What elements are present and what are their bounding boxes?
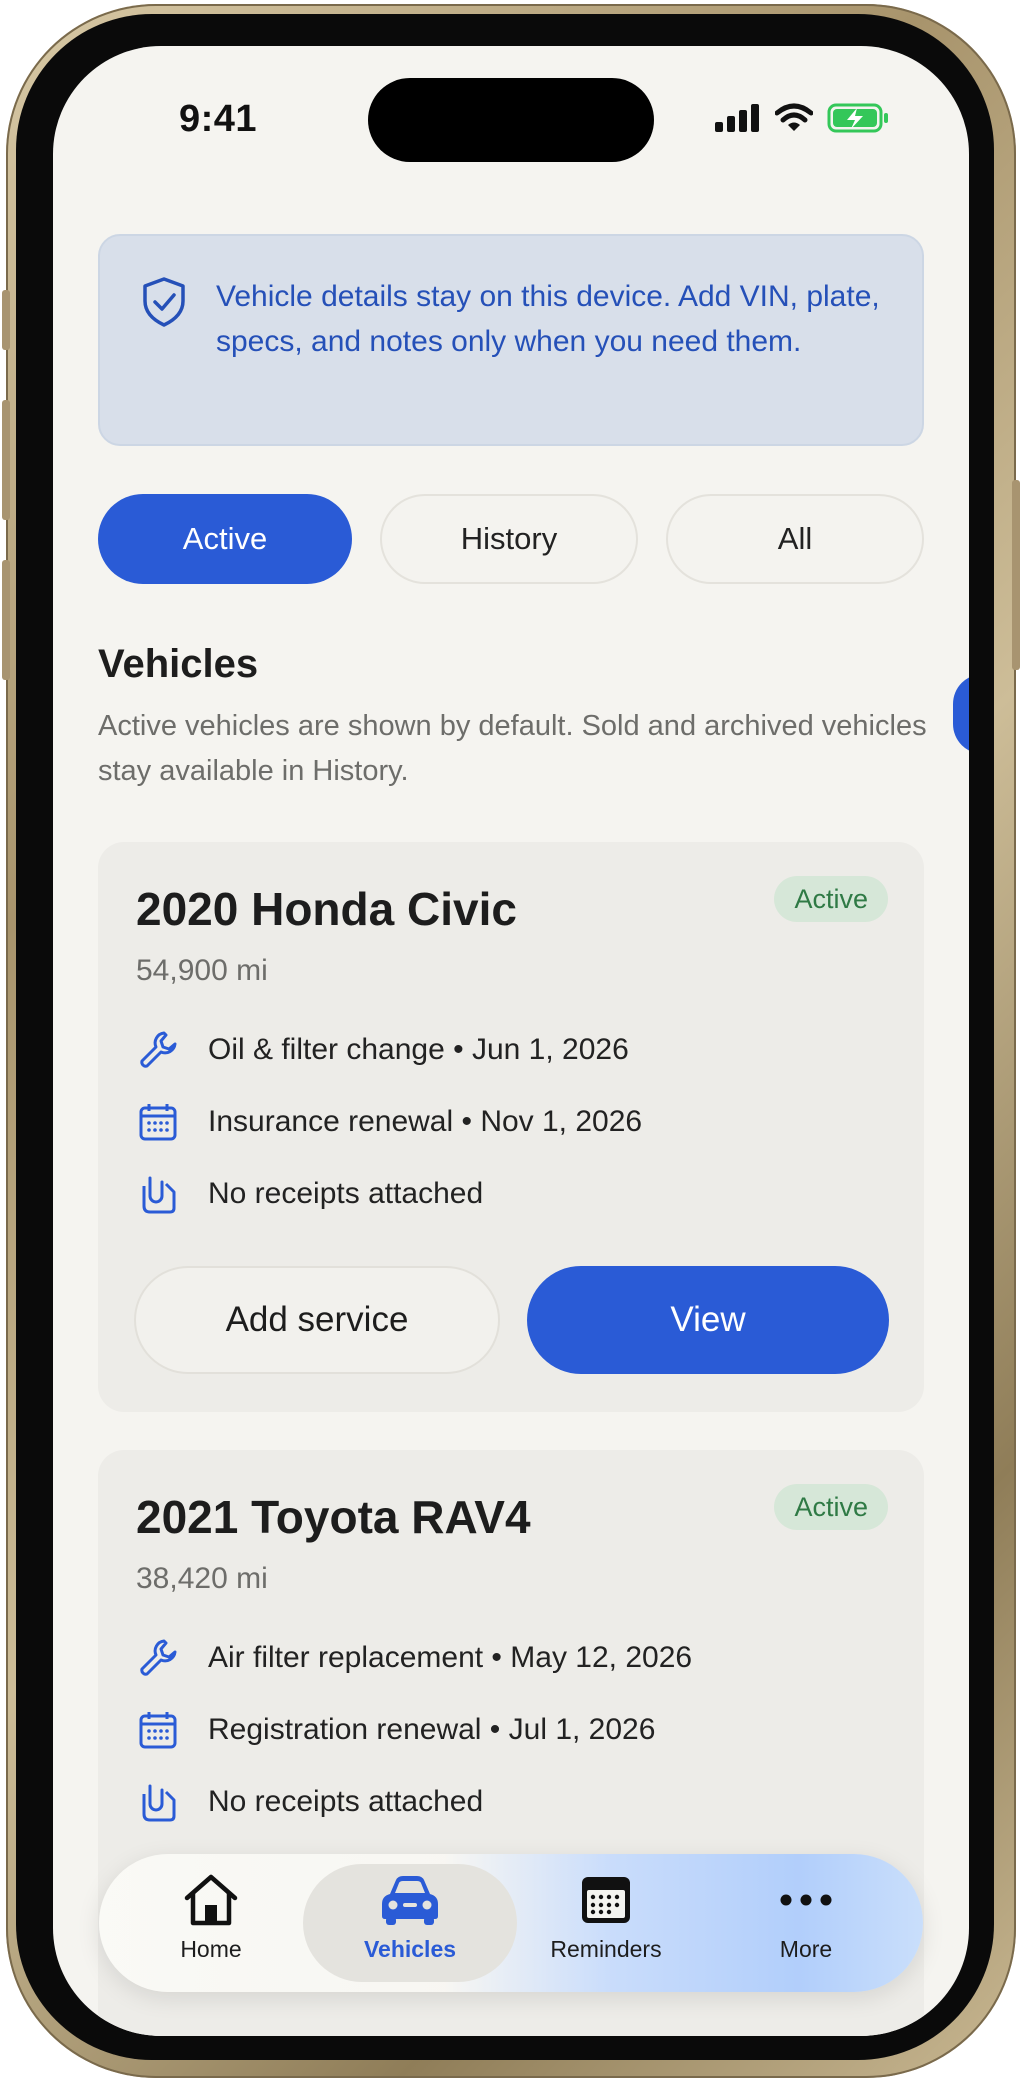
view-vehicle-button[interactable]: View xyxy=(527,1266,889,1374)
receipts-text: No receipts attached xyxy=(208,1177,484,1210)
next-reminder-text: Insurance renewal • Nov 1, 2026 xyxy=(208,1105,643,1138)
tab-vehicles[interactable]: Vehicles xyxy=(320,1872,500,1982)
vehicle-card[interactable]: 2020 Honda Civic Active 54,900 mi Oil & … xyxy=(98,842,924,1412)
cellular-signal-icon xyxy=(715,104,759,132)
receipts-row: No receipts attached xyxy=(136,1780,483,1824)
receipts-text: No receipts attached xyxy=(208,1785,484,1818)
ellipsis-icon xyxy=(780,1894,832,1906)
tab-more[interactable]: More xyxy=(716,1872,896,1982)
calendar-icon xyxy=(136,1708,180,1752)
shield-check-icon xyxy=(143,277,185,327)
filter-all-tab[interactable]: All xyxy=(666,494,924,584)
volume-down-button xyxy=(2,560,10,680)
tab-more-label: More xyxy=(779,1936,833,1962)
app-screen: 9:41 Vehicle details stay on this device… xyxy=(53,46,969,2036)
wrench-icon xyxy=(136,1636,180,1680)
privacy-notice: Vehicle details stay on this device. Add… xyxy=(98,234,924,446)
section-subtitle: Active vehicles are shown by default. So… xyxy=(98,710,927,787)
next-service-text: Oil & filter change • Jun 1, 2026 xyxy=(208,1033,629,1066)
bottom-tab-bar: Home Vehicles Reminders More xyxy=(99,1854,923,1992)
tab-reminders[interactable]: Reminders xyxy=(516,1872,696,1982)
filter-active-tab[interactable]: Active xyxy=(98,494,352,584)
vehicle-mileage: 38,420 mi xyxy=(136,1562,268,1595)
filter-history-tab[interactable]: History xyxy=(380,494,638,584)
next-reminder-text: Registration renewal • Jul 1, 2026 xyxy=(208,1713,656,1746)
service-row: Air filter replacement • May 12, 2026 xyxy=(136,1636,692,1680)
calendar-icon xyxy=(136,1100,180,1144)
privacy-notice-text: Vehicle details stay on this device. Add… xyxy=(216,280,880,358)
service-row: Oil & filter change • Jun 1, 2026 xyxy=(136,1028,629,1072)
tab-reminders-label: Reminders xyxy=(550,1936,662,1962)
add-service-button[interactable]: Add service xyxy=(134,1266,500,1374)
vehicle-title: 2021 Toyota RAV4 xyxy=(136,1491,531,1543)
status-badge: Active xyxy=(774,876,888,922)
action-button xyxy=(2,290,10,350)
status-badge: Active xyxy=(774,1484,888,1530)
reminder-row: Insurance renewal • Nov 1, 2026 xyxy=(136,1100,642,1144)
vehicle-title: 2020 Honda Civic xyxy=(136,883,517,935)
section-title: Vehicles xyxy=(98,642,259,686)
receipts-row: No receipts attached xyxy=(136,1172,483,1216)
edge-floating-button[interactable] xyxy=(953,674,969,754)
tab-vehicles-label: Vehicles xyxy=(363,1936,457,1962)
battery-charging-icon xyxy=(827,103,888,133)
status-time: 9:41 xyxy=(179,98,258,140)
paperclip-icon xyxy=(136,1780,180,1824)
wifi-icon xyxy=(775,103,813,131)
wrench-icon xyxy=(136,1028,180,1072)
house-icon xyxy=(184,1874,238,1926)
vehicle-mileage: 54,900 mi xyxy=(136,954,268,987)
dynamic-island xyxy=(368,78,654,162)
volume-up-button xyxy=(2,400,10,520)
paperclip-icon xyxy=(136,1172,180,1216)
car-icon xyxy=(382,1876,438,1925)
next-service-text: Air filter replacement • May 12, 2026 xyxy=(208,1641,693,1674)
power-button xyxy=(1012,480,1020,670)
reminder-row: Registration renewal • Jul 1, 2026 xyxy=(136,1708,655,1752)
status-icons xyxy=(715,102,891,134)
calendar-icon xyxy=(582,1877,630,1923)
tab-home-label: Home xyxy=(180,1936,242,1962)
tab-home[interactable]: Home xyxy=(121,1872,301,1982)
